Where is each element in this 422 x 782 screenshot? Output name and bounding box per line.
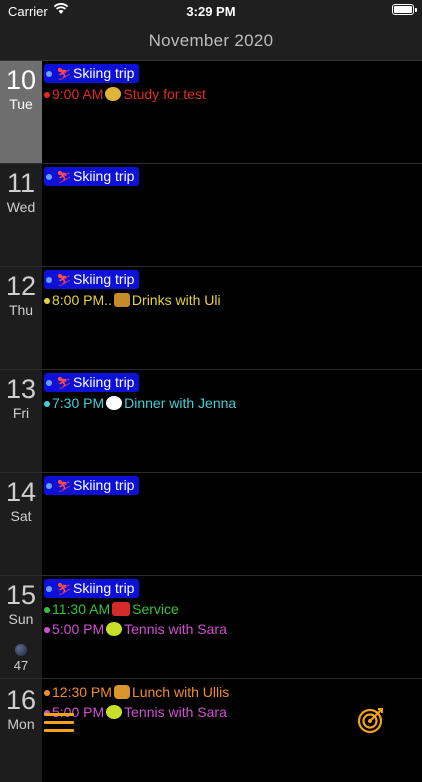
event-dot (44, 607, 50, 614)
day-number: 14 (5, 477, 37, 507)
tennis-ball-icon (106, 705, 123, 720)
day-number: 13 (5, 374, 37, 404)
day-sidebar: 11 Wed (0, 164, 42, 266)
day-row-11[interactable]: 11 Wed ⛷Skiing trip (0, 164, 422, 267)
day-of-week: Thu (8, 302, 34, 318)
event-title: Service (132, 601, 179, 617)
event-dot (46, 174, 52, 181)
skier-icon: ⛷ (56, 272, 72, 287)
allday-event-title: Skiing trip (73, 374, 135, 390)
allday-event-title: Skiing trip (73, 477, 135, 493)
day-of-week: Fri (12, 405, 30, 421)
event-dot (44, 401, 50, 408)
moon-phase-icon (15, 644, 27, 656)
event-title: Lunch with Ullis (131, 684, 230, 700)
day-row-15[interactable]: 15 Sun ⛷Skiing trip 11:30 AM Service 5:00… (0, 576, 422, 679)
allday-event-title: Skiing trip (73, 168, 135, 184)
day-row-10[interactable]: 10 Tue ⛷Skiing trip 9:00 AM Study for tes… (0, 61, 422, 164)
event-item[interactable]: 12:30 PM Lunch with Ullis (44, 682, 422, 702)
nerd-face-icon (105, 87, 122, 102)
event-time: 7:30 PM (52, 395, 105, 411)
event-dot (46, 380, 52, 387)
allday-event[interactable]: ⛷Skiing trip (44, 167, 140, 186)
event-dot (46, 586, 52, 593)
day-of-week: Sun (8, 611, 34, 627)
allday-event[interactable]: ⛷Skiing trip (44, 270, 140, 289)
event-dot (46, 71, 52, 78)
day-sidebar: 13 Fri (0, 370, 42, 472)
day-sidebar: 12 Thu (0, 267, 42, 369)
skier-icon: ⛷ (56, 66, 72, 81)
allday-event-title: Skiing trip (73, 580, 135, 596)
allday-event[interactable]: ⛷Skiing trip (44, 373, 140, 392)
day-number: 16 (5, 685, 37, 715)
skier-icon: ⛷ (56, 581, 72, 596)
car-icon (112, 602, 131, 617)
event-title: Dinner with Jenna (124, 395, 237, 411)
event-dot (44, 627, 50, 634)
event-time: 8:00 PM.. (52, 292, 112, 308)
event-item[interactable]: 11:30 AM Service (44, 599, 422, 619)
battery-icon (392, 4, 417, 15)
allday-event[interactable]: ⛷Skiing trip (44, 64, 140, 83)
status-bar: Carrier 3:29 PM (0, 0, 422, 22)
day-number: 15 (5, 580, 37, 610)
tennis-ball-icon (106, 622, 123, 637)
allday-event[interactable]: ⛷Skiing trip (44, 579, 140, 598)
event-item[interactable]: 7:30 PM Dinner with Jenna (44, 393, 422, 413)
event-time: 12:30 PM (52, 684, 112, 700)
event-title: Tennis with Sara (124, 621, 227, 637)
day-row-14[interactable]: 14 Sat ⛷Skiing trip (0, 473, 422, 576)
event-dot (46, 277, 52, 284)
event-dot (44, 92, 50, 99)
event-title: Tennis with Sara (124, 704, 227, 720)
day-of-week: Wed (6, 199, 36, 215)
burger-icon (113, 685, 130, 700)
skier-icon: ⛷ (56, 478, 72, 493)
day-number: 10 (5, 65, 37, 95)
event-time: 5:00 PM (52, 621, 105, 637)
day-of-week: Sat (10, 508, 32, 524)
week-number: 47 (13, 658, 29, 673)
day-of-week: Tue (9, 96, 33, 112)
day-list[interactable]: 10 Tue ⛷Skiing trip 9:00 AM Study for tes… (0, 61, 422, 782)
plate-cutlery-icon (106, 396, 123, 411)
menu-icon[interactable] (44, 713, 74, 733)
day-row-13[interactable]: 13 Fri ⛷Skiing trip 7:30 PM Dinner with J… (0, 370, 422, 473)
event-item[interactable]: 5:00 PM Tennis with Sara (44, 619, 422, 639)
target-icon[interactable] (356, 705, 386, 735)
skier-icon: ⛷ (56, 375, 72, 390)
calendar-header: November 2020 (0, 22, 422, 61)
month-title[interactable]: November 2020 (0, 31, 422, 51)
event-item[interactable]: 9:00 AM Study for test (44, 84, 422, 104)
day-sidebar: 10 Tue (0, 61, 42, 163)
event-dot (44, 298, 50, 305)
day-number: 11 (6, 168, 36, 198)
day-of-week: Mon (7, 716, 35, 732)
allday-event[interactable]: ⛷Skiing trip (44, 476, 140, 495)
allday-event-title: Skiing trip (73, 271, 135, 287)
event-title: Drinks with Uli (131, 292, 221, 308)
event-time: 9:00 AM (52, 86, 104, 102)
day-row-12[interactable]: 12 Thu ⛷Skiing trip 8:00 PM.. Drinks with… (0, 267, 422, 370)
beer-mugs-icon (113, 293, 130, 308)
event-dot (46, 483, 52, 490)
day-sidebar: 16 Mon (0, 679, 42, 782)
day-number: 12 (5, 271, 37, 301)
allday-event-title: Skiing trip (73, 65, 135, 81)
day-sidebar: 14 Sat (0, 473, 42, 575)
event-dot (44, 690, 50, 697)
skier-icon: ⛷ (56, 169, 72, 184)
status-time: 3:29 PM (186, 4, 236, 19)
event-item[interactable]: 8:00 PM.. Drinks with Uli (44, 290, 422, 310)
event-time: 11:30 AM (52, 601, 111, 617)
event-title: Study for test (123, 86, 206, 102)
